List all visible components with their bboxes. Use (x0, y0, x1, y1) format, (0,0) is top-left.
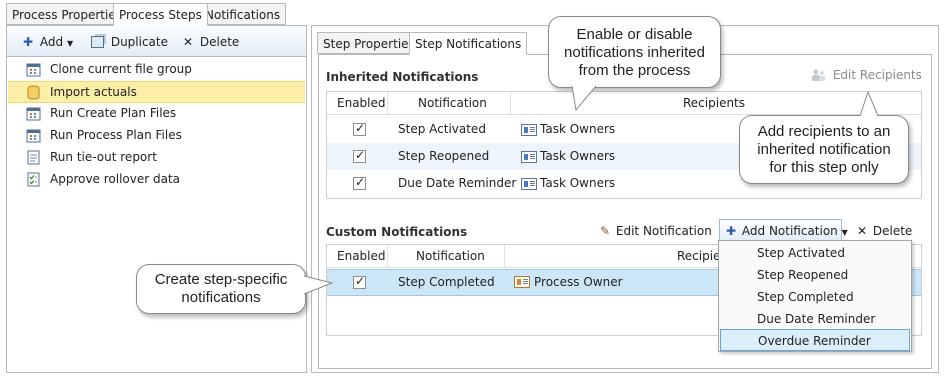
calendar-icon (26, 62, 41, 77)
recipients-cell: Task Owners (540, 149, 616, 163)
delete-label: Delete (872, 224, 913, 238)
tab-step-properties[interactable]: Step Properties (317, 32, 421, 54)
notification-cell: Step Reopened (398, 149, 490, 163)
add-notification-button[interactable]: ✚ Add Notification ▼ (719, 219, 848, 241)
person-icon (514, 276, 530, 288)
steps-toolbar: ✚ Add ▼ Duplicate ✕ Delete (7, 26, 306, 57)
duplicate-icon (91, 36, 104, 48)
column-header-notification: Notification (416, 249, 485, 263)
duplicate-button[interactable]: Duplicate (91, 35, 168, 49)
plus-icon: ✚ (23, 35, 34, 49)
menu-item-step-completed[interactable]: Step Completed (720, 286, 910, 308)
callout-custom: Create step-specific notifications (136, 264, 306, 314)
recipients-icon (811, 68, 826, 82)
column-header-enabled: Enabled (337, 249, 386, 263)
edit-recipients-button[interactable]: Edit Recipients (811, 68, 922, 82)
delete-label: Delete (199, 35, 240, 49)
enabled-checkbox[interactable] (353, 175, 366, 190)
add-label: Add (39, 35, 64, 49)
tab-process-steps[interactable]: Process Steps (113, 3, 208, 26)
list-item-label: Run Process Plan Files (50, 128, 182, 142)
callout-text: Enable or disable notifications inherite… (564, 26, 705, 79)
database-icon (26, 85, 41, 100)
chevron-down-icon: ▼ (841, 228, 848, 237)
list-item[interactable]: Run Process Plan Files (8, 125, 305, 147)
edit-recipients-label: Edit Recipients (832, 68, 922, 82)
list-item-label: Approve rollover data (50, 172, 181, 186)
menu-item-overdue-reminder[interactable]: Overdue Reminder (720, 329, 910, 351)
inherited-notifications-title: Inherited Notifications (326, 70, 479, 84)
notification-cell: Step Completed (398, 275, 495, 289)
list-item-label: Run Create Plan Files (50, 106, 177, 120)
list-item[interactable]: Run Create Plan Files (8, 103, 305, 125)
tab-step-notifications[interactable]: Step Notifications (409, 32, 528, 55)
recipients-cell: Process Owner (534, 275, 623, 289)
group-icon (521, 151, 537, 163)
custom-notifications-title: Custom Notifications (326, 225, 468, 239)
edit-notification-label: Edit Notification (615, 224, 712, 238)
column-separator (387, 92, 388, 115)
add-notification-label: Add Notification (741, 224, 838, 238)
enabled-checkbox[interactable] (353, 148, 366, 163)
callout-inherited: Enable or disable notifications inherite… (548, 16, 721, 88)
group-icon (521, 124, 537, 136)
calendar-icon (26, 128, 41, 143)
callout-pointer (859, 90, 879, 117)
menu-item-step-reopened[interactable]: Step Reopened (720, 264, 910, 286)
list-item[interactable]: Clone current file group (8, 59, 305, 81)
notification-cell: Due Date Reminder (398, 176, 517, 190)
process-steps-panel: ✚ Add ▼ Duplicate ✕ Delete Clone current… (6, 25, 307, 373)
calendar-icon (26, 106, 41, 121)
duplicate-label: Duplicate (110, 35, 168, 49)
list-item-label: Clone current file group (50, 62, 192, 76)
recipients-cell: Task Owners (540, 176, 616, 190)
list-item-label: Import actuals (50, 85, 137, 99)
chevron-down-icon: ▼ (66, 39, 74, 48)
tab-process-properties[interactable]: Process Properties (6, 3, 128, 25)
column-separator (510, 92, 511, 115)
column-header-notification: Notification (418, 96, 487, 110)
column-separator (387, 245, 388, 268)
enabled-checkbox[interactable] (353, 274, 366, 289)
plus-icon: ✚ (726, 224, 737, 238)
close-icon: ✕ (183, 35, 194, 49)
menu-item-due-date-reminder[interactable]: Due Date Reminder (720, 308, 910, 330)
list-item[interactable]: Run tie-out report (8, 147, 305, 169)
recipients-cell: Task Owners (540, 122, 616, 136)
enabled-checkbox[interactable] (353, 121, 366, 136)
report-icon (26, 150, 41, 165)
grid-header: Enabled Notification Recipients (327, 92, 921, 115)
column-header-recipients: Recipients (683, 96, 746, 110)
group-icon (521, 178, 537, 190)
add-notification-menu: Step Activated Step Reopened Step Comple… (718, 240, 912, 352)
menu-item-step-activated[interactable]: Step Activated (720, 242, 910, 264)
list-item-selected[interactable]: Import actuals (8, 81, 305, 103)
list-item-label: Run tie-out report (50, 150, 157, 164)
tab-notifications[interactable]: Notifications (199, 3, 287, 25)
callout-text: Add recipients to an inherited notificat… (757, 123, 891, 176)
delete-button[interactable]: ✕ Delete (183, 35, 239, 49)
column-separator (504, 245, 505, 268)
callout-text: Create step-specific notifications (154, 271, 288, 306)
notification-cell: Step Activated (398, 122, 486, 136)
callout-pointer (303, 275, 334, 295)
checklist-icon (26, 172, 41, 187)
callout-recipients: Add recipients to an inherited notificat… (739, 115, 909, 184)
callout-pointer (571, 85, 597, 112)
list-item[interactable]: Approve rollover data (8, 169, 305, 191)
edit-notification-button[interactable]: ✎ Edit Notification (600, 224, 712, 238)
close-icon: ✕ (857, 224, 868, 238)
add-button[interactable]: ✚ Add ▼ (23, 35, 73, 49)
column-header-enabled: Enabled (337, 96, 386, 110)
pencil-icon: ✎ (600, 224, 611, 238)
delete-notification-button[interactable]: ✕ Delete (857, 224, 912, 238)
